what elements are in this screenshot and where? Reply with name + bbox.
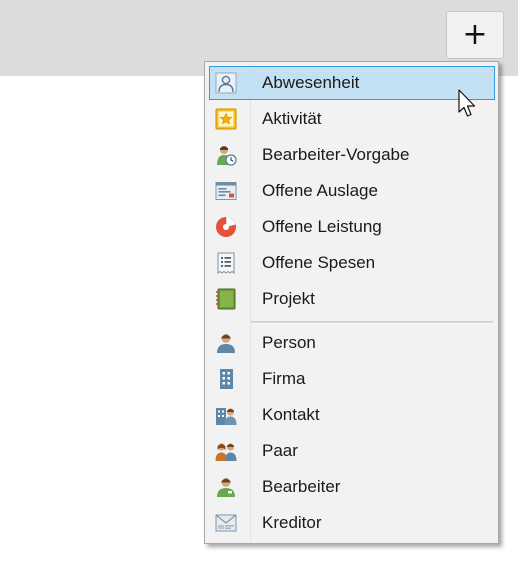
star-activity-icon xyxy=(215,108,237,130)
menu-item-label: Projekt xyxy=(262,289,315,308)
menu-separator xyxy=(251,321,493,324)
building-icon xyxy=(220,369,233,389)
receipt-card-icon xyxy=(215,182,237,200)
creditor-envelope-icon xyxy=(215,514,237,532)
project-binder-icon xyxy=(216,288,236,310)
user-clock-icon xyxy=(217,146,237,166)
expense-list-icon xyxy=(217,252,235,274)
add-menu-dropdown: Abwesenheit Aktivität Bearbeiter-Vorgabe xyxy=(204,61,499,544)
menu-item-projekt[interactable]: Projekt xyxy=(209,282,495,316)
menu-item-label: Aktivität xyxy=(262,109,322,128)
person-icon xyxy=(217,334,235,353)
menu-item-offene-spesen[interactable]: Offene Spesen xyxy=(209,246,495,280)
pie-chart-icon xyxy=(216,217,236,237)
menu-item-label: Offene Spesen xyxy=(262,253,376,272)
menu-item-label: Person xyxy=(262,333,316,352)
menu-item-abwesenheit[interactable]: Abwesenheit xyxy=(209,66,495,100)
menu-item-label: Abwesenheit xyxy=(262,73,360,92)
absence-person-icon xyxy=(215,72,237,94)
menu-item-paar[interactable]: Paar xyxy=(209,434,495,468)
menu-item-label: Offene Leistung xyxy=(262,217,382,236)
mouse-pointer-icon xyxy=(458,89,476,117)
menu-item-aktivitaet[interactable]: Aktivität xyxy=(209,102,495,136)
couple-icon xyxy=(215,443,237,461)
menu-item-firma[interactable]: Firma xyxy=(209,362,495,396)
menu-item-label: Offene Auslage xyxy=(262,181,378,200)
menu-item-label: Bearbeiter-Vorgabe xyxy=(262,145,410,164)
menu-item-person[interactable]: Person xyxy=(209,326,495,360)
add-button[interactable]: + xyxy=(446,11,504,59)
menu-item-kreditor[interactable]: Kreditor xyxy=(209,506,495,540)
menu-item-offene-auslage[interactable]: Offene Auslage xyxy=(209,174,495,208)
menu-item-label: Kontakt xyxy=(262,405,320,424)
menu-item-bearbeiter[interactable]: Bearbeiter xyxy=(209,470,495,504)
menu-item-label: Firma xyxy=(262,369,306,388)
contact-building-person-icon xyxy=(216,408,237,425)
menu-item-kontakt[interactable]: Kontakt xyxy=(209,398,495,432)
employee-icon xyxy=(217,478,235,497)
menu-item-offene-leistung[interactable]: Offene Leistung xyxy=(209,210,495,244)
menu-item-label: Bearbeiter xyxy=(262,477,341,496)
menu-item-label: Paar xyxy=(262,441,298,460)
menu-item-label: Kreditor xyxy=(262,513,322,532)
menu-item-bearbeiter-vorgabe[interactable]: Bearbeiter-Vorgabe xyxy=(209,138,495,172)
